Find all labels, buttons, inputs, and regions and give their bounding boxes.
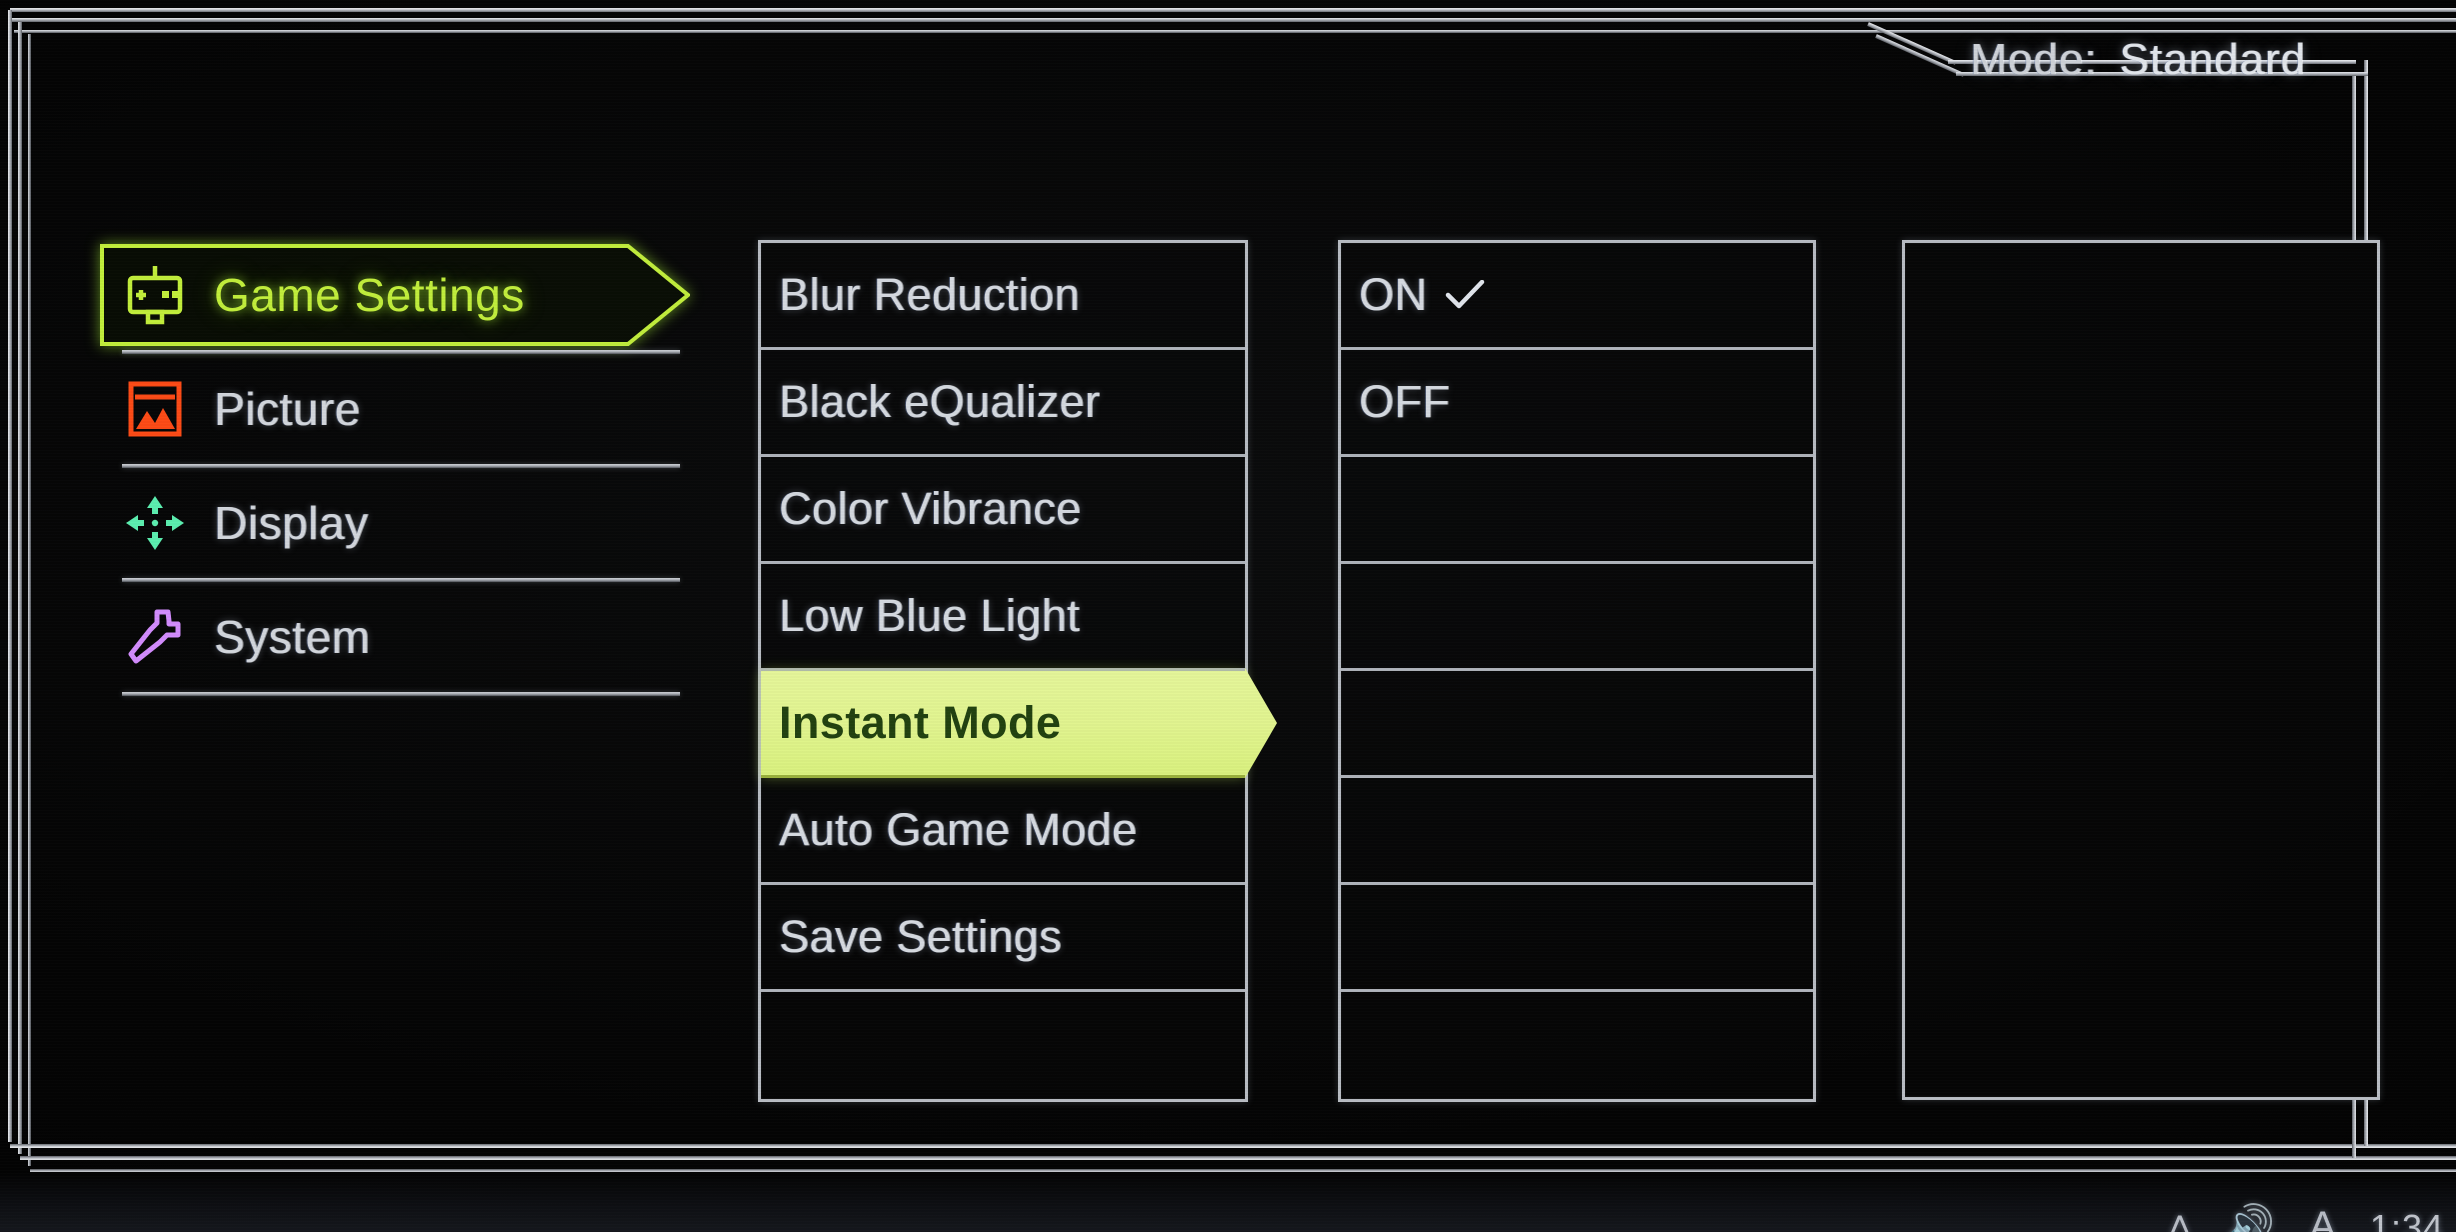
menu-item-color-vibrance[interactable]: Color Vibrance: [761, 457, 1245, 564]
menu-item-auto-game-mode[interactable]: Auto Game Mode: [761, 778, 1245, 885]
sidebar-item-system[interactable]: System: [100, 582, 690, 692]
sidebar-item-display[interactable]: Display: [100, 468, 690, 578]
frame-top-second-line: [12, 18, 2456, 22]
sidebar-item-label: Game Settings: [214, 269, 525, 321]
show-hidden-icons-icon[interactable]: ˄: [2168, 1206, 2191, 1232]
sidebar-item-picture[interactable]: Picture: [100, 354, 690, 464]
value-option-label: OFF: [1359, 376, 1451, 427]
menu-item-label: Blur Reduction: [779, 269, 1080, 320]
value-option-empty: [1341, 885, 1813, 992]
frame-notch-diagonal-outer: [1867, 22, 1957, 65]
menu-item-save-settings[interactable]: Save Settings: [761, 885, 1245, 992]
mode-value: Standard: [2119, 35, 2306, 84]
sidebar-item-label: Picture: [214, 383, 361, 435]
info-panel-content: [1905, 243, 2377, 287]
value-option-empty: [1341, 457, 1813, 564]
sidebar-item-label: System: [214, 611, 371, 663]
windows-taskbar: ˄ 🔊 A 1:34: [0, 1172, 2456, 1232]
sidebar-item-label: Display: [214, 497, 369, 549]
frame-left-outer-line: [8, 10, 12, 1142]
value-option-empty: [1341, 564, 1813, 671]
osd-sidebar: Game Settings Picture Display System: [100, 240, 690, 696]
menu-item-label: Save Settings: [779, 911, 1062, 962]
menu-item-label: Instant Mode: [779, 697, 1062, 748]
menu-column: Blur Reduction Black eQualizer Color Vib…: [758, 240, 1248, 1102]
osd-header: Mode: Standard: [1970, 35, 2306, 85]
value-column: ON OFF: [1338, 240, 1816, 1102]
menu-item-label: Black eQualizer: [779, 376, 1101, 427]
frame-left-inner-line: [28, 34, 31, 1166]
value-option-on[interactable]: ON: [1341, 243, 1813, 350]
menu-item-empty: [761, 992, 1245, 1099]
value-option-off[interactable]: OFF: [1341, 350, 1813, 457]
menu-item-instant-mode[interactable]: Instant Mode: [761, 671, 1245, 778]
frame-top-outer-line: [10, 8, 2456, 12]
sidebar-item-game-settings[interactable]: Game Settings: [100, 240, 690, 350]
wrench-icon: [128, 609, 181, 664]
frame-bottom-outer-line: [10, 1144, 2456, 1148]
info-panel: [1902, 240, 2380, 1100]
frame-bottom-second-line: [20, 1156, 2456, 1160]
value-option-empty: [1341, 671, 1813, 778]
value-option-empty: [1341, 992, 1813, 1099]
checkmark-icon: [1446, 280, 1485, 309]
menu-item-label: Color Vibrance: [779, 483, 1082, 534]
value-option-empty: [1341, 778, 1813, 885]
osd-body: Game Settings Picture Display System Blu…: [40, 120, 2380, 1134]
menu-item-blur-reduction[interactable]: Blur Reduction: [761, 243, 1245, 350]
frame-top-inner-line: [14, 30, 2456, 33]
frame-left-second-line: [18, 22, 22, 1154]
menu-item-label: Auto Game Mode: [779, 804, 1138, 855]
display-icon: [126, 496, 184, 550]
system-tray: ˄ 🔊 A 1:34: [2168, 1206, 2444, 1232]
menu-item-low-blue-light[interactable]: Low Blue Light: [761, 564, 1245, 671]
picture-icon: [128, 381, 182, 437]
monitor-screen: Mode: Standard Game Settings Picture Dis…: [0, 0, 2456, 1232]
menu-item-label: Low Blue Light: [779, 590, 1080, 641]
value-option-label: ON: [1359, 269, 1428, 320]
frame-notch-diagonal-inner: [1875, 34, 1965, 77]
taskbar-clock[interactable]: 1:34: [2370, 1210, 2444, 1232]
gamepad-icon: [127, 266, 183, 325]
mode-label: Mode:: [1970, 35, 2098, 84]
sidebar-divider-4: [122, 692, 680, 696]
ime-icon[interactable]: A: [2309, 1206, 2336, 1232]
menu-item-black-equalizer[interactable]: Black eQualizer: [761, 350, 1245, 457]
volume-icon[interactable]: 🔊: [2225, 1206, 2275, 1232]
